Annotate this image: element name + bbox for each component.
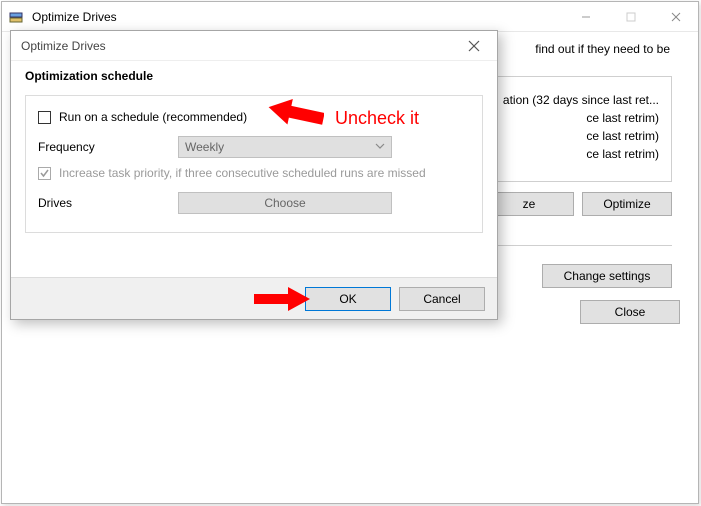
close-main-button[interactable]: Close: [580, 300, 680, 324]
cancel-button[interactable]: Cancel: [399, 287, 485, 311]
maximize-button[interactable]: [608, 2, 653, 32]
optimize-button[interactable]: Optimize: [582, 192, 672, 216]
increase-priority-label: Increase task priority, if three consecu…: [59, 166, 426, 180]
dialog-heading: Optimization schedule: [25, 69, 483, 83]
titlebar: Optimize Drives: [2, 2, 698, 32]
choose-drives-button[interactable]: Choose: [178, 192, 392, 214]
dialog-close-button[interactable]: [459, 31, 489, 61]
dialog-titlebar: Optimize Drives: [11, 31, 497, 61]
change-settings-button[interactable]: Change settings: [542, 264, 672, 288]
drives-label: Drives: [38, 196, 178, 210]
close-button[interactable]: [653, 2, 698, 32]
frequency-select[interactable]: Weekly: [178, 136, 392, 158]
chevron-down-icon: [375, 140, 385, 154]
app-icon: [8, 9, 24, 25]
schedule-dialog: Optimize Drives Optimization schedule Ru…: [10, 30, 498, 320]
frequency-value: Weekly: [185, 140, 224, 154]
run-schedule-checkbox[interactable]: [38, 111, 51, 124]
run-schedule-label: Run on a schedule (recommended): [59, 110, 247, 124]
dialog-title: Optimize Drives: [21, 39, 106, 53]
ok-button[interactable]: OK: [305, 287, 391, 311]
schedule-fieldset: Run on a schedule (recommended) Frequenc…: [25, 95, 483, 233]
minimize-button[interactable]: [563, 2, 608, 32]
frequency-label: Frequency: [38, 140, 178, 154]
window-title: Optimize Drives: [30, 10, 563, 24]
increase-priority-checkbox[interactable]: [38, 167, 51, 180]
dialog-footer: OK Cancel: [11, 277, 497, 319]
